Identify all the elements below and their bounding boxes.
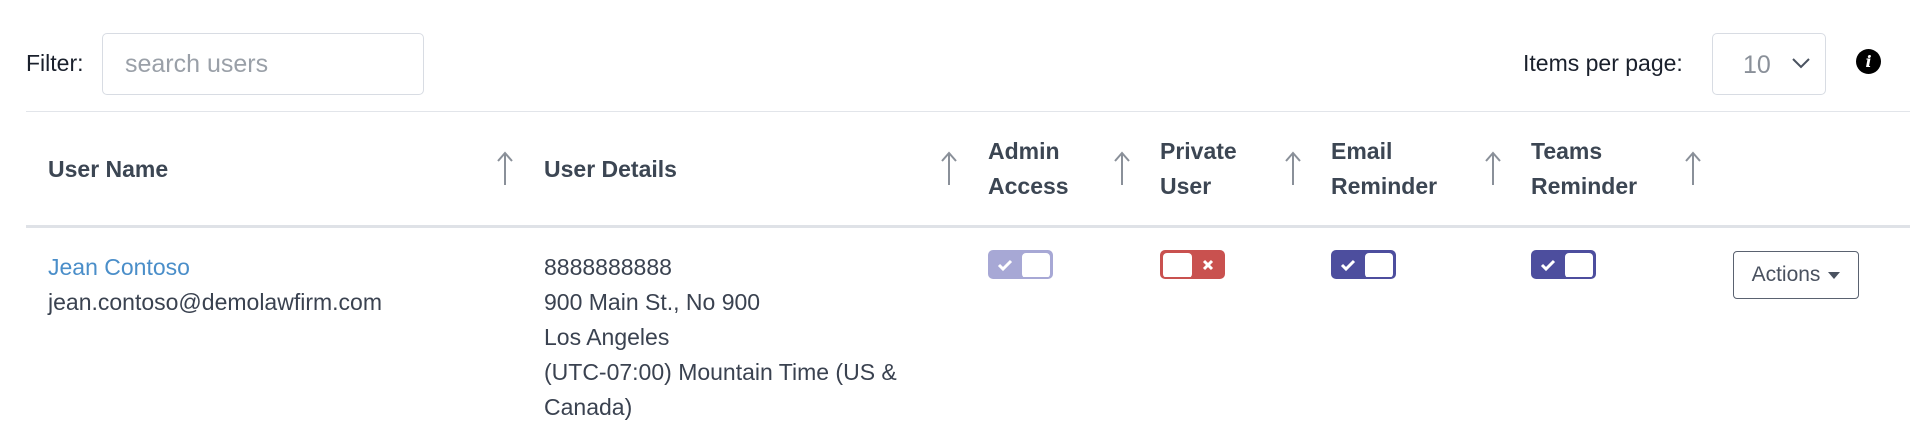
header-teams-reminder[interactable]: Teams Reminder	[1531, 134, 1637, 204]
sort-arrow-up-icon[interactable]	[1684, 149, 1702, 187]
items-per-page-value: 10	[1743, 51, 1771, 79]
caret-down-icon	[1828, 271, 1841, 279]
email-reminder-toggle[interactable]	[1331, 250, 1396, 279]
header-email-reminder[interactable]: Email Reminder	[1331, 134, 1437, 204]
header-divider	[26, 225, 1910, 228]
header-user-details[interactable]: User Details	[544, 152, 677, 187]
close-icon	[1202, 259, 1213, 270]
divider	[26, 111, 1910, 112]
toggle-knob	[1163, 253, 1192, 277]
user-timezone: (UTC-07:00) Mountain Time (US &	[544, 359, 897, 385]
table-row: Jean Contoso jean.contoso@demolawfirm.co…	[48, 250, 382, 320]
check-icon	[1341, 259, 1356, 271]
header-admin-access[interactable]: Admin Access	[988, 134, 1069, 204]
user-email: jean.contoso@demolawfirm.com	[48, 289, 382, 315]
sort-arrow-up-icon[interactable]	[1113, 149, 1131, 187]
chevron-down-icon	[1792, 58, 1810, 69]
admin-access-toggle[interactable]	[988, 250, 1053, 279]
user-address: 900 Main St., No 900	[544, 289, 761, 315]
check-icon	[998, 259, 1013, 271]
user-name-link[interactable]: Jean Contoso	[48, 254, 190, 280]
user-phone: 8888888888	[544, 254, 672, 280]
toggle-knob	[1564, 253, 1593, 277]
header-private-user[interactable]: Private User	[1160, 134, 1237, 204]
sort-arrow-up-icon[interactable]	[496, 149, 514, 187]
sort-arrow-up-icon[interactable]	[940, 149, 958, 187]
actions-label: Actions	[1751, 263, 1821, 286]
user-timezone-cont: Canada)	[544, 394, 633, 420]
toggle-knob	[1021, 253, 1050, 277]
actions-dropdown-button[interactable]: Actions	[1733, 251, 1859, 299]
header-user-name[interactable]: User Name	[48, 152, 168, 187]
filter-label: Filter:	[26, 50, 84, 76]
toggle-knob	[1364, 253, 1393, 277]
teams-reminder-toggle[interactable]	[1531, 250, 1596, 279]
users-page: Filter: Items per page: 10 i User Name U…	[0, 0, 1920, 424]
private-user-toggle[interactable]	[1160, 250, 1225, 279]
search-input[interactable]	[102, 33, 424, 95]
user-details: 8888888888 900 Main St., No 900 Los Ange…	[544, 250, 897, 424]
sort-arrow-up-icon[interactable]	[1284, 149, 1302, 187]
sort-arrow-up-icon[interactable]	[1484, 149, 1502, 187]
items-per-page-select[interactable]: 10	[1712, 33, 1826, 95]
check-icon	[1541, 259, 1556, 271]
user-city: Los Angeles	[544, 324, 670, 350]
items-per-page-label: Items per page:	[1523, 50, 1683, 76]
info-icon[interactable]: i	[1856, 49, 1881, 74]
